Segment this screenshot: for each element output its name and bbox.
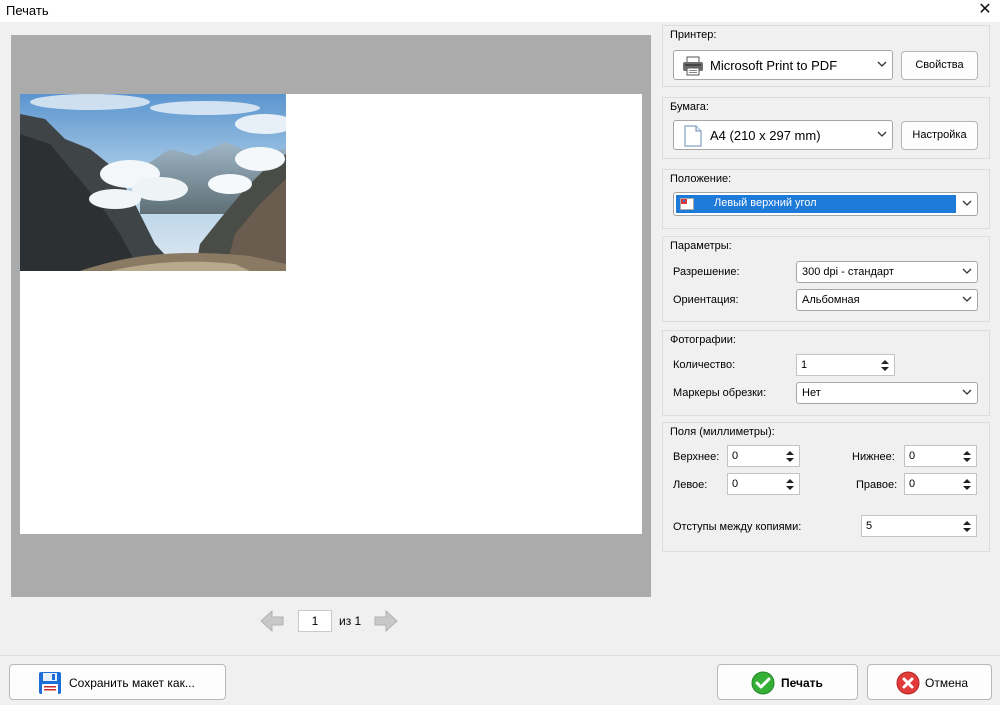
save-layout-label: Сохранить макет как...: [69, 676, 195, 690]
margin-left-value: 0: [732, 478, 739, 490]
printer-label: Принтер:: [670, 29, 717, 41]
preview-sheet: [20, 94, 642, 534]
printer-icon: [683, 56, 703, 76]
resolution-value: 300 dpi - стандарт: [802, 266, 894, 278]
cancel-label: Отмена: [925, 676, 969, 690]
position-label: Положение:: [670, 173, 732, 185]
copy-spacing-stepper[interactable]: 5: [861, 515, 977, 537]
print-button[interactable]: Печать: [717, 664, 858, 700]
page-count-label: из 1: [339, 614, 362, 628]
previous-page-icon[interactable]: [258, 608, 286, 634]
margin-top-stepper[interactable]: 0: [727, 445, 800, 467]
save-layout-button[interactable]: Сохранить макет как...: [9, 664, 226, 700]
spin-arrows-icon[interactable]: [960, 518, 974, 535]
resolution-select[interactable]: 300 dpi - стандарт: [796, 261, 978, 283]
paper-settings-label: Настройка: [912, 129, 967, 141]
paper-group: Бумага: A4 (210 x 297 mm) Настройка: [662, 97, 990, 159]
paper-label: Бумага:: [670, 101, 709, 113]
preview-photo[interactable]: [20, 94, 286, 271]
spin-arrows-icon[interactable]: [960, 448, 974, 465]
margin-bottom-label: Нижнее:: [852, 451, 895, 463]
position-group: Положение: Левый верхний угол: [662, 169, 990, 229]
chevron-down-icon: [962, 268, 972, 274]
printer-group: Принтер: Microsoft Print to PDF Свойства: [662, 25, 990, 87]
title-bar: Печать ✕: [0, 0, 1000, 22]
copy-spacing-label: Отступы между копиями:: [673, 521, 802, 533]
margin-bottom-value: 0: [909, 450, 916, 462]
floppy-disk-icon: [39, 672, 61, 694]
spin-arrows-icon[interactable]: [783, 476, 797, 493]
crop-marks-label: Маркеры обрезки:: [673, 387, 767, 399]
quantity-stepper[interactable]: 1: [796, 354, 895, 376]
copy-spacing-value: 5: [866, 520, 873, 532]
margin-right-value: 0: [909, 478, 916, 490]
margin-left-label: Левое:: [673, 479, 708, 491]
chevron-down-icon: [877, 131, 887, 137]
orientation-label: Ориентация:: [673, 294, 739, 306]
document-icon: [684, 125, 702, 147]
quantity-value: 1: [801, 359, 808, 371]
window-title: Печать: [6, 3, 49, 18]
position-select[interactable]: Левый верхний угол: [673, 192, 978, 216]
spin-arrows-icon[interactable]: [960, 476, 974, 493]
margin-right-label: Правое:: [856, 479, 898, 491]
margin-left-stepper[interactable]: 0: [727, 473, 800, 495]
paper-settings-button[interactable]: Настройка: [901, 121, 978, 150]
resolution-label: Разрешение:: [673, 266, 740, 278]
photos-label: Фотографии:: [670, 334, 736, 346]
photos-group: Фотографии: Количество: 1 Маркеры обрезк…: [662, 330, 990, 416]
printer-select[interactable]: Microsoft Print to PDF: [673, 50, 893, 80]
paper-value: A4 (210 x 297 mm): [710, 128, 821, 143]
chevron-down-icon: [877, 61, 887, 67]
printer-properties-button[interactable]: Свойства: [901, 51, 978, 80]
cancel-button[interactable]: Отмена: [867, 664, 992, 700]
crop-marks-value: Нет: [802, 387, 821, 399]
margin-top-value: 0: [732, 450, 739, 462]
dialog-body: 1 из 1 Принтер: Microsoft Print to PDF С…: [0, 22, 1000, 655]
close-icon[interactable]: ✕: [976, 0, 994, 20]
chevron-down-icon: [962, 389, 972, 395]
chevron-down-icon: [962, 200, 972, 206]
quantity-label: Количество:: [673, 359, 736, 371]
margins-label: Поля (миллиметры):: [670, 426, 775, 438]
crop-marks-select[interactable]: Нет: [796, 382, 978, 404]
print-label: Печать: [781, 676, 823, 690]
parameters-label: Параметры:: [670, 240, 732, 252]
margin-right-stepper[interactable]: 0: [904, 473, 977, 495]
position-value: Левый верхний угол: [714, 197, 817, 209]
spin-arrows-icon[interactable]: [783, 448, 797, 465]
printer-value: Microsoft Print to PDF: [710, 58, 838, 73]
dialog-footer: Сохранить макет как... Печать Отмена: [0, 655, 1000, 705]
margin-bottom-stepper[interactable]: 0: [904, 445, 977, 467]
orientation-select[interactable]: Альбомная: [796, 289, 978, 311]
margin-top-label: Верхнее:: [673, 451, 720, 463]
green-check-icon: [751, 671, 775, 695]
chevron-down-icon: [962, 296, 972, 302]
margins-group: Поля (миллиметры): Верхнее: 0 Нижнее: 0 …: [662, 422, 990, 552]
page-number-input[interactable]: 1: [298, 610, 332, 632]
print-preview-area: [11, 35, 651, 597]
image-position-icon: [680, 198, 694, 210]
next-page-icon[interactable]: [372, 608, 400, 634]
parameters-group: Параметры: Разрешение: 300 dpi - стандар…: [662, 236, 990, 322]
printer-properties-label: Свойства: [915, 59, 964, 71]
orientation-value: Альбомная: [802, 294, 860, 306]
spin-arrows-icon[interactable]: [878, 357, 892, 374]
paper-select[interactable]: A4 (210 x 297 mm): [673, 120, 893, 150]
red-cancel-icon: [896, 671, 920, 695]
